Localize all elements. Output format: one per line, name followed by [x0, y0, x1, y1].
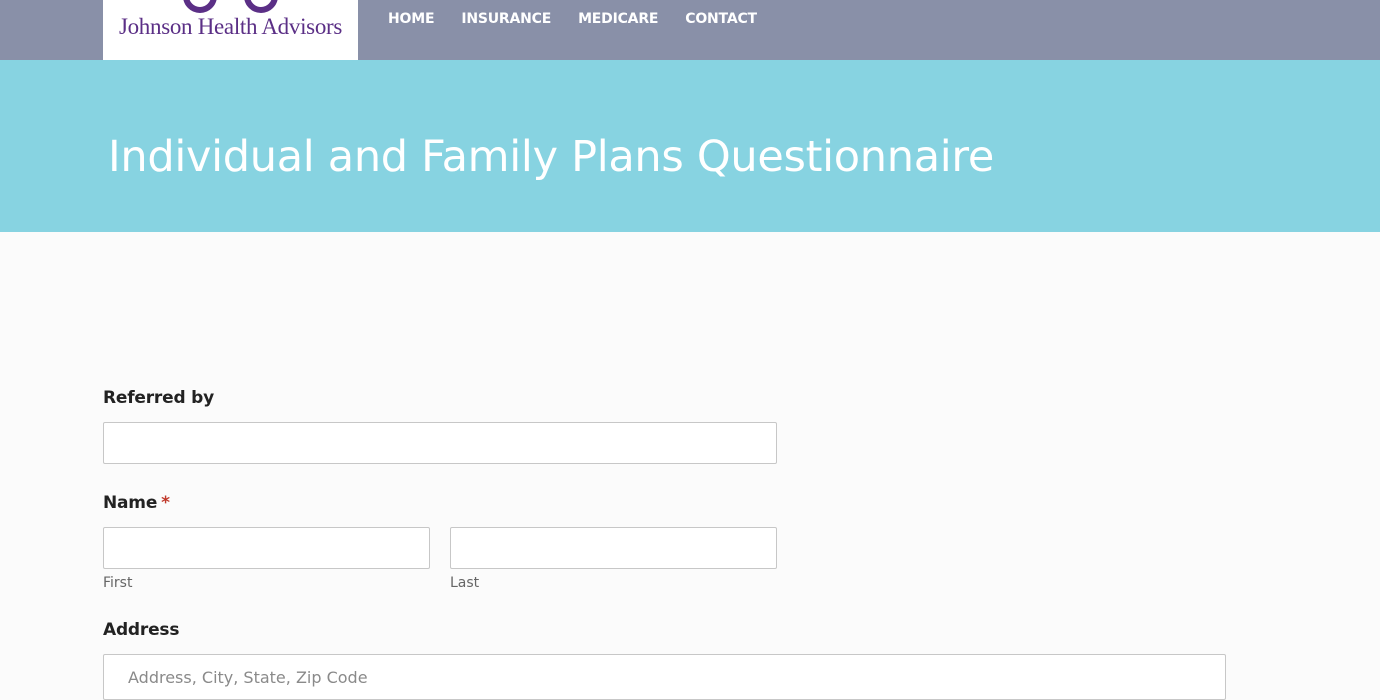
referred-by-label: Referred by: [103, 388, 214, 408]
name-label: Name *: [103, 493, 170, 513]
site-logo[interactable]: Johnson Health Advisors: [103, 0, 358, 60]
address-label: Address: [103, 620, 180, 640]
nav-insurance[interactable]: INSURANCE: [461, 11, 551, 28]
required-marker: *: [161, 493, 170, 513]
nav-contact[interactable]: CONTACT: [685, 11, 757, 28]
nav-home[interactable]: HOME: [388, 11, 435, 28]
top-navigation-bar: Johnson Health Advisors HOME INSURANCE M…: [0, 0, 1380, 60]
referred-by-input[interactable]: [103, 422, 777, 464]
page-title: Individual and Family Plans Questionnair…: [108, 132, 994, 182]
address-input[interactable]: [103, 654, 1226, 700]
name-label-text: Name: [103, 493, 158, 513]
last-name-input[interactable]: [450, 527, 777, 569]
main-nav: HOME INSURANCE MEDICARE CONTACT: [388, 11, 784, 28]
first-name-input[interactable]: [103, 527, 430, 569]
last-name-sublabel: Last: [450, 575, 480, 591]
logo-text: Johnson Health Advisors: [118, 14, 343, 39]
nav-medicare[interactable]: MEDICARE: [578, 11, 658, 28]
first-name-sublabel: First: [103, 575, 133, 591]
hero-banner: Individual and Family Plans Questionnair…: [0, 60, 1380, 232]
